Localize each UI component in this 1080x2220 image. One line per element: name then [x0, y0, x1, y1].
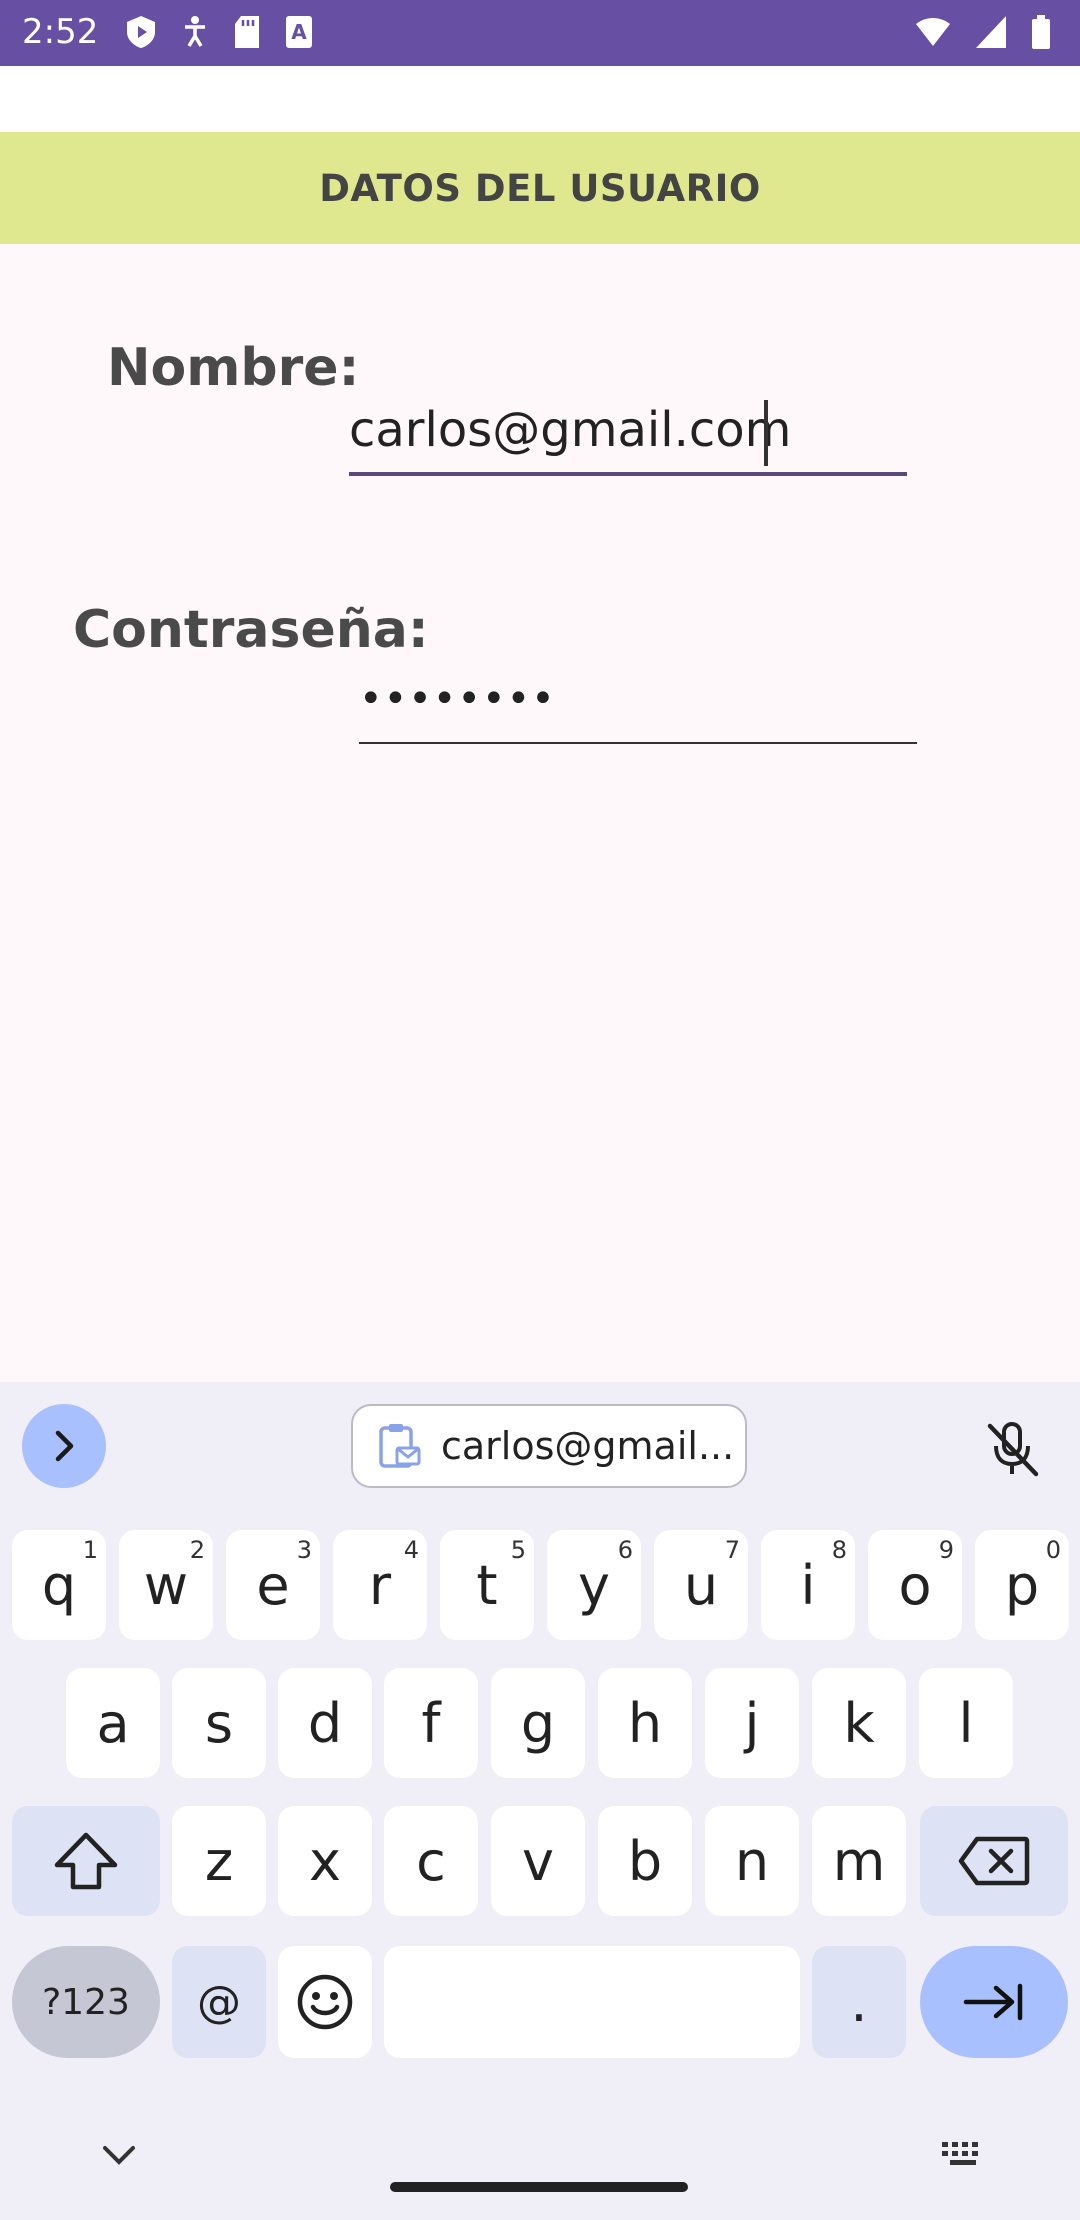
key-s[interactable]: s	[172, 1668, 266, 1778]
clipboard-icon	[379, 1424, 421, 1468]
shift-key[interactable]	[12, 1806, 160, 1916]
space-key[interactable]	[384, 1946, 800, 2058]
battery-icon	[1032, 15, 1050, 49]
svg-text:A: A	[291, 20, 307, 44]
sd-card-icon	[235, 16, 259, 48]
key-t[interactable]: t5	[440, 1530, 534, 1640]
keyboard-switcher-icon[interactable]	[940, 2138, 986, 2172]
key-p[interactable]: p0	[975, 1530, 1069, 1640]
key-m[interactable]: m	[812, 1806, 906, 1916]
key-k[interactable]: k	[812, 1668, 906, 1778]
key-g[interactable]: g	[491, 1668, 585, 1778]
status-bar: 2:52 A	[0, 0, 1080, 66]
key-i[interactable]: i8	[761, 1530, 855, 1640]
key-q[interactable]: q1	[12, 1530, 106, 1640]
key-e[interactable]: e3	[226, 1530, 320, 1640]
backspace-icon	[958, 1836, 1030, 1886]
key-c[interactable]: c	[384, 1806, 478, 1916]
period-key[interactable]: .	[812, 1946, 906, 2058]
key-y[interactable]: y6	[547, 1530, 641, 1640]
emoji-key[interactable]	[278, 1946, 372, 2058]
symbols-key[interactable]: ?123	[12, 1946, 160, 2058]
title-bar: DATOS DEL USUARIO	[0, 132, 1080, 244]
text-cursor	[764, 400, 768, 466]
status-time: 2:52	[22, 12, 99, 52]
key-d[interactable]: d	[278, 1668, 372, 1778]
page-title: DATOS DEL USUARIO	[319, 166, 761, 210]
name-input[interactable]: carlos@gmail.com	[349, 402, 791, 458]
password-input-underline	[359, 742, 917, 744]
key-l[interactable]: l	[919, 1668, 1013, 1778]
expand-toolbar-button[interactable]	[22, 1404, 106, 1488]
key-a[interactable]: a	[66, 1668, 160, 1778]
key-u[interactable]: u7	[654, 1530, 748, 1640]
key-v[interactable]: v	[491, 1806, 585, 1916]
key-o[interactable]: o9	[868, 1530, 962, 1640]
key-b[interactable]: b	[598, 1806, 692, 1916]
emoji-icon	[297, 1974, 353, 2030]
keyboard-suggestion-bar: carlos@gmail...	[0, 1382, 1080, 1522]
key-w[interactable]: w2	[119, 1530, 213, 1640]
key-x[interactable]: x	[278, 1806, 372, 1916]
key-h[interactable]: h	[598, 1668, 692, 1778]
password-label: Contraseña:	[73, 600, 429, 660]
shift-icon	[54, 1832, 118, 1890]
password-input[interactable]: ••••••••	[359, 676, 556, 722]
clipboard-suggestion-chip[interactable]: carlos@gmail...	[351, 1404, 747, 1488]
font-a-icon: A	[286, 16, 312, 48]
key-z[interactable]: z	[172, 1806, 266, 1916]
key-j[interactable]: j	[705, 1668, 799, 1778]
next-field-key[interactable]	[920, 1946, 1068, 2058]
clipboard-suggestion-text: carlos@gmail...	[441, 1424, 735, 1468]
shield-play-icon	[127, 16, 155, 48]
accessibility-icon	[185, 16, 205, 47]
key-f[interactable]: f	[384, 1668, 478, 1778]
key-r[interactable]: r4	[333, 1530, 427, 1640]
app-top-area	[0, 66, 1080, 132]
backspace-key[interactable]	[920, 1806, 1068, 1916]
name-input-underline	[349, 472, 907, 476]
keyboard: carlos@gmail... q1 w2 e3 r4 t5 y6 u7 i8 …	[0, 1382, 1080, 2220]
name-label: Nombre:	[107, 338, 360, 398]
key-n[interactable]: n	[705, 1806, 799, 1916]
chevron-right-icon	[55, 1430, 74, 1462]
signal-icon	[976, 16, 1006, 48]
home-gesture-bar[interactable]	[390, 2182, 688, 2192]
wifi-icon	[916, 18, 950, 46]
hide-keyboard-chevron-icon[interactable]	[100, 2142, 138, 2168]
at-key[interactable]: @	[172, 1946, 266, 2058]
tab-next-icon	[963, 1983, 1023, 2021]
mic-off-icon[interactable]	[984, 1420, 1042, 1480]
